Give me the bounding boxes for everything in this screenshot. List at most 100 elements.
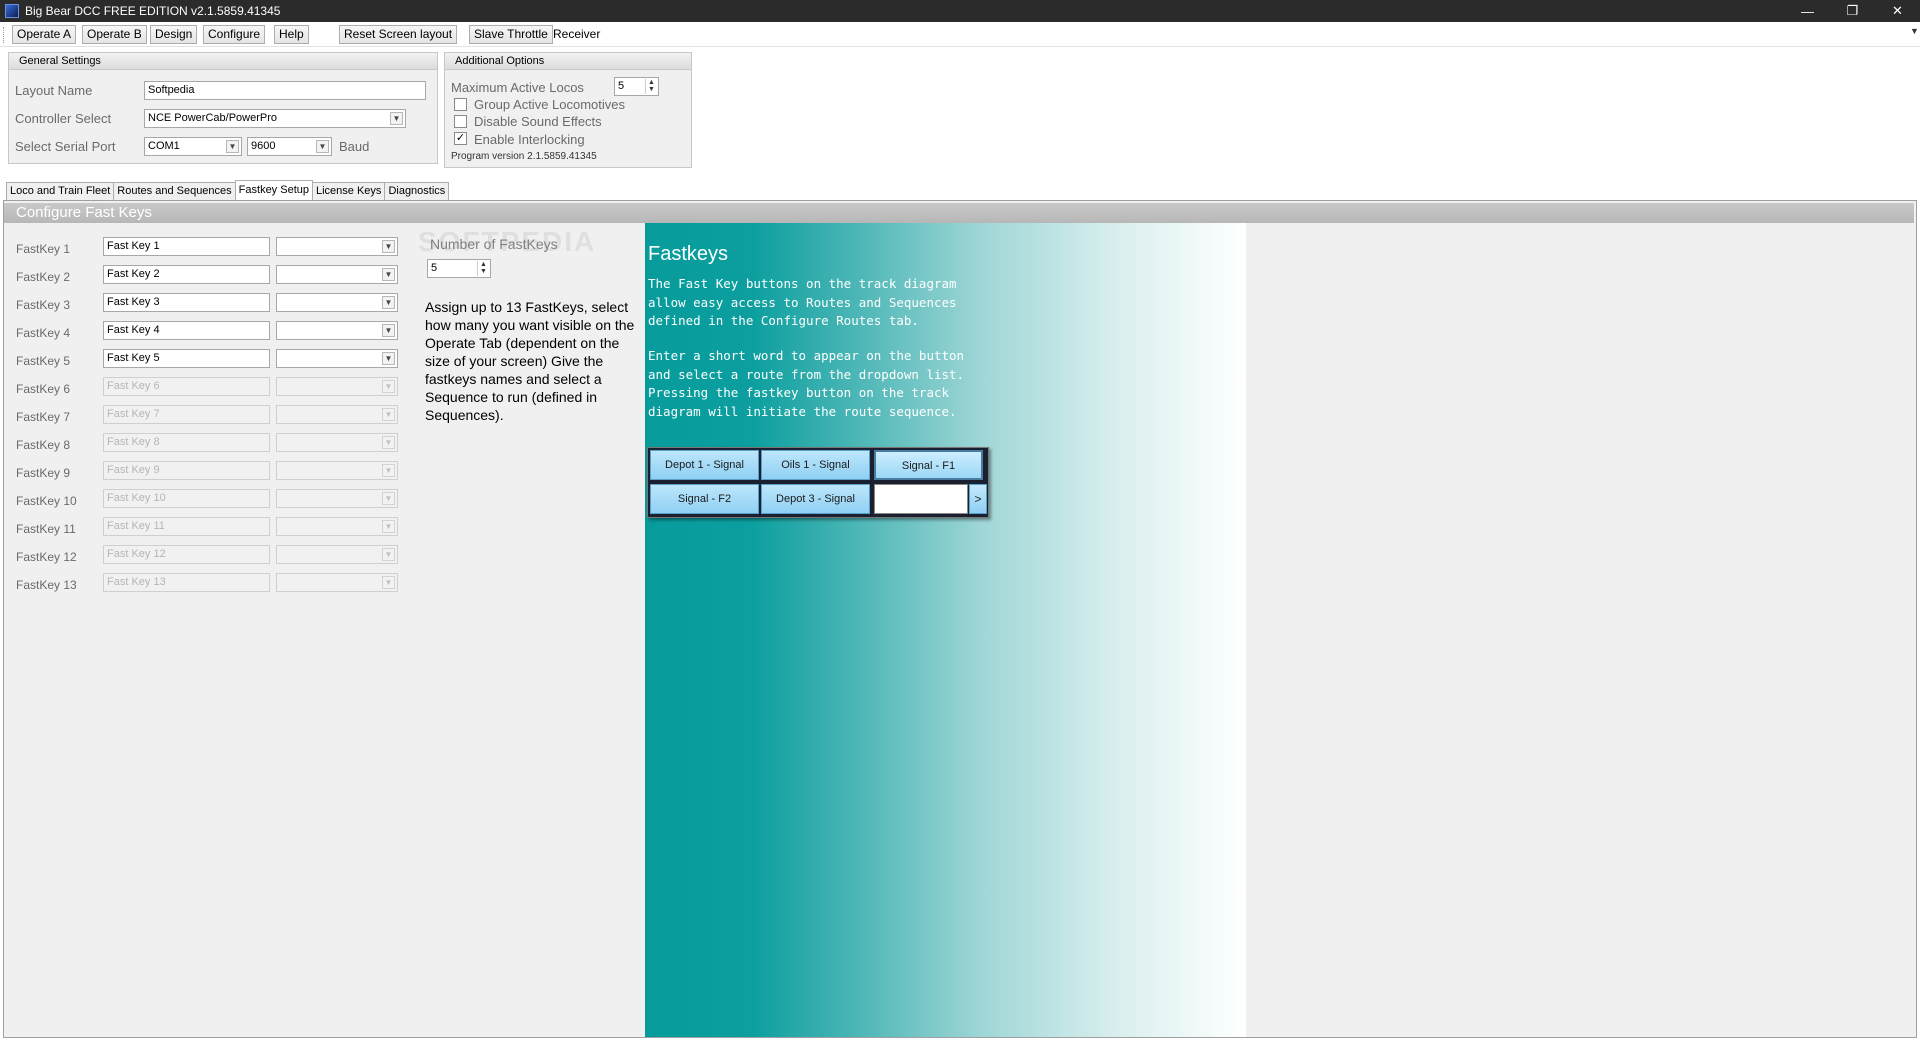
chevron-down-icon[interactable]: ▼	[226, 140, 239, 153]
serial-port-label: Select Serial Port	[15, 139, 116, 154]
chevron-down-icon[interactable]: ▼	[382, 436, 395, 449]
enable-interlocking-checkbox[interactable]: ✓	[454, 132, 467, 145]
reset-screen-layout-button[interactable]: Reset Screen layout	[339, 25, 458, 44]
chevron-down-icon[interactable]: ▼	[382, 296, 395, 309]
fastkey-label: FastKey 9	[16, 466, 71, 480]
chevron-down-icon[interactable]: ▼	[382, 380, 395, 393]
fastkey-label: FastKey 10	[16, 494, 77, 508]
fastkey-sequence-select[interactable]: ▼	[276, 433, 398, 452]
fastkey-name-input[interactable]: Fast Key 4	[103, 321, 270, 340]
fastkey-name-input[interactable]: Fast Key 7	[103, 405, 270, 424]
fastkey-sequence-select[interactable]: ▼	[276, 349, 398, 368]
fastkey-name-input[interactable]: Fast Key 10	[103, 489, 270, 508]
number-of-fastkeys-value: 5	[431, 262, 438, 274]
fastkey-sequence-select[interactable]: ▼	[276, 321, 398, 340]
help-button[interactable]: Help	[274, 25, 309, 44]
fastkey-sequence-select[interactable]: ▼	[276, 377, 398, 396]
fastkey-name-input[interactable]: Fast Key 11	[103, 517, 270, 536]
minimize-icon[interactable]: —	[1785, 0, 1830, 22]
chevron-down-icon[interactable]: ▼	[382, 464, 395, 477]
group-active-locomotives-label: Group Active Locomotives	[474, 97, 626, 112]
fastkey-name-input[interactable]: Fast Key 3	[103, 293, 270, 312]
layout-name-input[interactable]: Softpedia	[144, 81, 426, 100]
configure-fast-keys-header: Configure Fast Keys	[4, 203, 1914, 223]
fastkey-sequence-select[interactable]: ▼	[276, 573, 398, 592]
chevron-down-icon[interactable]: ▼	[382, 548, 395, 561]
enable-interlocking-label: Enable Interlocking	[474, 132, 585, 147]
fastkey-instructions: Assign up to 13 FastKeys, select how man…	[425, 299, 635, 423]
fastkey-name-input[interactable]: Fast Key 9	[103, 461, 270, 480]
tab-loco-and-train-fleet[interactable]: Loco and Train Fleet	[6, 182, 115, 200]
number-of-fastkeys-spinner[interactable]: 5 ▲ ▼	[427, 259, 491, 278]
fastkey-name-input[interactable]: Fast Key 8	[103, 433, 270, 452]
spinner-arrows-icon[interactable]: ▲ ▼	[645, 79, 657, 94]
fastkeys-help-panel: Fastkeys The Fast Key buttons on the tra…	[645, 223, 1246, 1037]
max-active-locos-spinner[interactable]: 5 ▲ ▼	[614, 77, 659, 96]
fastkey-demo-preview: Depot 1 - Signal Oils 1 - Signal Signal …	[647, 447, 989, 518]
additional-options-header: Additional Options	[445, 53, 691, 70]
group-active-locomotives-checkbox[interactable]	[454, 98, 467, 111]
chevron-down-icon[interactable]: ▼	[382, 492, 395, 505]
fastkey-name-input[interactable]: Fast Key 2	[103, 265, 270, 284]
tab-fastkey-setup[interactable]: Fastkey Setup	[234, 180, 313, 200]
operate-b-button[interactable]: Operate B	[82, 25, 147, 44]
demo-fastkey-button: Signal - F2	[650, 484, 759, 514]
fastkey-sequence-select[interactable]: ▼	[276, 461, 398, 480]
fastkey-label: FastKey 5	[16, 354, 71, 368]
demo-fastkey-button: Depot 3 - Signal	[761, 484, 870, 514]
disable-sound-effects-checkbox[interactable]	[454, 115, 467, 128]
fastkey-name-input[interactable]: Fast Key 5	[103, 349, 270, 368]
fastkey-label: FastKey 1	[16, 242, 71, 256]
fastkey-sequence-select[interactable]: ▼	[276, 265, 398, 284]
demo-fastkey-button: Signal - F1	[874, 450, 983, 480]
tab-license-keys[interactable]: License Keys	[312, 182, 386, 200]
toolbar-overflow-icon[interactable]: ▼	[1910, 26, 1919, 46]
fastkey-sequence-select[interactable]: ▼	[276, 517, 398, 536]
serial-port-select[interactable]: COM1 ▼	[144, 137, 242, 156]
fastkey-label: FastKey 13	[16, 578, 77, 592]
controller-select-label: Controller Select	[15, 111, 112, 126]
fastkey-name-input[interactable]: Fast Key 13	[103, 573, 270, 592]
fastkey-name-input[interactable]: Fast Key 12	[103, 545, 270, 564]
restore-icon[interactable]: ❐	[1830, 0, 1875, 22]
program-version: Program version 2.1.5859.41345	[451, 151, 597, 162]
fastkey-label: FastKey 3	[16, 298, 71, 312]
chevron-down-icon[interactable]: ▼	[382, 268, 395, 281]
fastkey-name-input[interactable]: Fast Key 6	[103, 377, 270, 396]
checkmark-icon: ✓	[455, 132, 466, 144]
tab-routes-and-sequences[interactable]: Routes and Sequences	[113, 182, 236, 200]
fastkey-sequence-select[interactable]: ▼	[276, 545, 398, 564]
fastkey-sequence-select[interactable]: ▼	[276, 293, 398, 312]
fastkey-label: FastKey 12	[16, 550, 77, 564]
toolbar-grip[interactable]	[3, 27, 6, 43]
fastkey-sequence-select[interactable]: ▼	[276, 237, 398, 256]
receiver-button[interactable]: Receiver	[553, 25, 600, 44]
chevron-down-icon[interactable]: ▼	[382, 240, 395, 253]
fastkey-name-input[interactable]: Fast Key 1	[103, 237, 270, 256]
fastkey-label: FastKey 7	[16, 410, 71, 424]
baud-select[interactable]: 9600 ▼	[247, 137, 332, 156]
fastkey-label: FastKey 6	[16, 382, 71, 396]
design-button[interactable]: Design	[150, 25, 198, 44]
demo-go-button: >	[969, 484, 987, 514]
chevron-down-icon[interactable]: ▼	[382, 408, 395, 421]
chevron-down-icon[interactable]: ▼	[382, 576, 395, 589]
fastkey-label: FastKey 4	[16, 326, 71, 340]
chevron-down-icon[interactable]: ▼	[382, 520, 395, 533]
chevron-down-icon[interactable]: ▼	[390, 112, 403, 125]
fastkey-sequence-select[interactable]: ▼	[276, 489, 398, 508]
controller-select[interactable]: NCE PowerCab/PowerPro ▼	[144, 109, 406, 128]
chevron-down-icon[interactable]: ▼	[316, 140, 329, 153]
close-icon[interactable]: ✕	[1875, 0, 1920, 22]
serial-port-value: COM1	[148, 140, 180, 152]
operate-a-button[interactable]: Operate A	[12, 25, 77, 44]
chevron-down-icon[interactable]: ▼	[382, 324, 395, 337]
chevron-down-icon[interactable]: ▼	[382, 352, 395, 365]
tab-diagnostics[interactable]: Diagnostics	[384, 182, 450, 200]
fastkey-sequence-select[interactable]: ▼	[276, 405, 398, 424]
spinner-arrows-icon[interactable]: ▲ ▼	[477, 261, 489, 276]
layout-name-label: Layout Name	[15, 83, 93, 98]
configure-button[interactable]: Configure	[203, 25, 266, 44]
demo-fastkey-button: Depot 1 - Signal	[650, 450, 759, 480]
slave-throttle-button[interactable]: Slave Throttle	[469, 25, 553, 44]
